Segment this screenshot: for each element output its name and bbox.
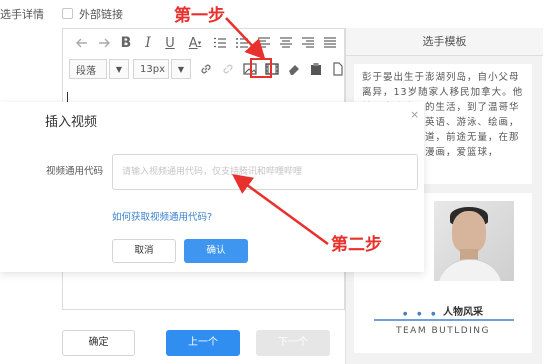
- unlink-icon[interactable]: [217, 59, 239, 79]
- paragraph-select[interactable]: 段落: [69, 59, 107, 79]
- link-icon[interactable]: [195, 59, 217, 79]
- align-justify-icon[interactable]: [319, 33, 341, 53]
- dialog-title: 插入视频: [45, 115, 98, 130]
- decorative-dots-icon: ● ● ●: [402, 311, 440, 317]
- save-button[interactable]: 确定: [62, 330, 135, 356]
- section-divider: [374, 319, 514, 321]
- unordered-list-icon[interactable]: [231, 33, 253, 53]
- editor-toolbar-row-1: B I U A ▾: [71, 31, 341, 55]
- external-link-label: 外部链接: [79, 8, 123, 21]
- font-size-select[interactable]: 13px: [133, 59, 169, 79]
- eraser-icon[interactable]: [283, 59, 305, 79]
- align-left-icon[interactable]: [253, 33, 275, 53]
- font-size-select-chevron-down-icon[interactable]: ▼: [171, 59, 191, 79]
- underline-icon[interactable]: U: [159, 33, 181, 53]
- people-section-title: ● ● ● 人物风采: [402, 307, 484, 318]
- video-code-input[interactable]: [112, 154, 418, 190]
- how-to-get-code-link[interactable]: 如何获取视频通用代码?: [112, 209, 212, 223]
- align-center-icon[interactable]: [275, 33, 297, 53]
- team-building-text: TEAM BUTLDING: [395, 326, 491, 336]
- confirm-button[interactable]: 确认: [184, 239, 248, 263]
- next-button[interactable]: 下一个: [256, 330, 330, 356]
- italic-icon[interactable]: I: [137, 33, 159, 53]
- redo-icon[interactable]: [93, 33, 115, 53]
- video-code-label: 视频通用代码: [46, 166, 104, 177]
- video-button-highlight-box: [250, 58, 272, 78]
- portrait-image: [434, 201, 514, 281]
- player-details-label: 选手详情: [0, 8, 44, 21]
- cancel-button[interactable]: 取消: [112, 239, 176, 263]
- step-one-annotation: 第一步: [174, 6, 225, 26]
- paragraph-select-chevron-down-icon[interactable]: ▼: [109, 59, 129, 79]
- template-panel-title: 选手模板: [346, 28, 543, 56]
- font-color-icon[interactable]: A ▾: [181, 33, 209, 53]
- editor-toolbar-row-2: 段落 ▼ 13px ▼: [69, 57, 349, 81]
- ordered-list-icon[interactable]: [209, 33, 231, 53]
- bold-icon[interactable]: B: [115, 33, 137, 53]
- previous-button[interactable]: 上一个: [166, 330, 240, 356]
- external-link-checkbox[interactable]: [62, 8, 73, 19]
- undo-icon[interactable]: [71, 33, 93, 53]
- align-right-icon[interactable]: [297, 33, 319, 53]
- paste-icon[interactable]: [305, 59, 327, 79]
- step-two-annotation: 第二步: [331, 235, 382, 255]
- close-icon[interactable]: ×: [410, 108, 419, 121]
